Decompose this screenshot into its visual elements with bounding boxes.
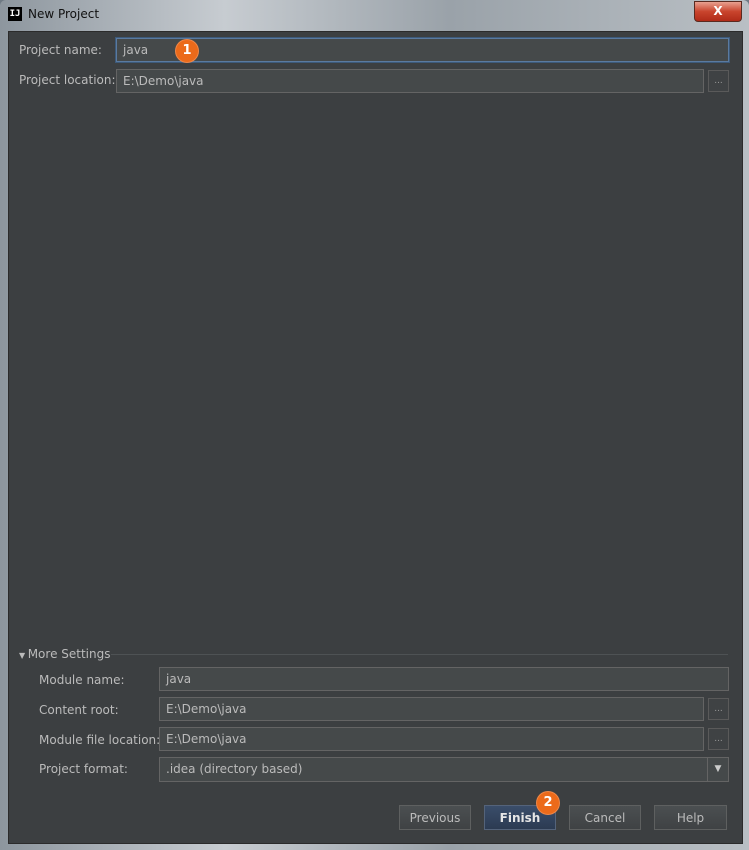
help-button[interactable]: Help [654,805,727,830]
more-settings-divider [111,654,728,655]
project-name-label: Project name: [19,43,102,57]
project-name-input[interactable]: java [116,38,729,62]
project-location-label: Project location: [19,73,116,87]
cancel-button[interactable]: Cancel [569,805,641,830]
module-file-location-input[interactable]: E:\Demo\java [159,727,704,751]
intellij-icon: IJ [8,7,22,21]
project-location-browse-button[interactable]: ... [708,70,729,92]
project-format-label: Project format: [39,762,128,776]
previous-button[interactable]: Previous [399,805,471,830]
module-file-location-browse-button[interactable]: ... [708,728,729,750]
step-2-badge: 2 [536,791,560,815]
chevron-down-icon: ▼ [707,758,728,781]
module-name-label: Module name: [39,673,125,687]
triangle-down-icon: ▼ [19,651,28,660]
step-1-badge: 1 [175,39,199,63]
more-settings-label: More Settings [27,647,111,661]
close-button[interactable]: X [694,1,742,22]
module-file-location-label: Module file location: [39,733,161,747]
project-format-value: .idea (directory based) [166,762,303,776]
module-name-input[interactable]: java [159,667,729,691]
content-root-browse-button[interactable]: ... [708,698,729,720]
more-settings-toggle[interactable]: ▼ More Settings [19,647,110,661]
dialog-content [8,31,743,844]
content-root-input[interactable]: E:\Demo\java [159,697,704,721]
content-root-label: Content root: [39,703,119,717]
window-title: New Project [28,7,100,21]
project-location-input[interactable]: E:\Demo\java [116,69,704,93]
title-bar[interactable]: IJ New Project X [0,0,749,30]
project-format-select[interactable]: .idea (directory based) ▼ [159,757,729,782]
